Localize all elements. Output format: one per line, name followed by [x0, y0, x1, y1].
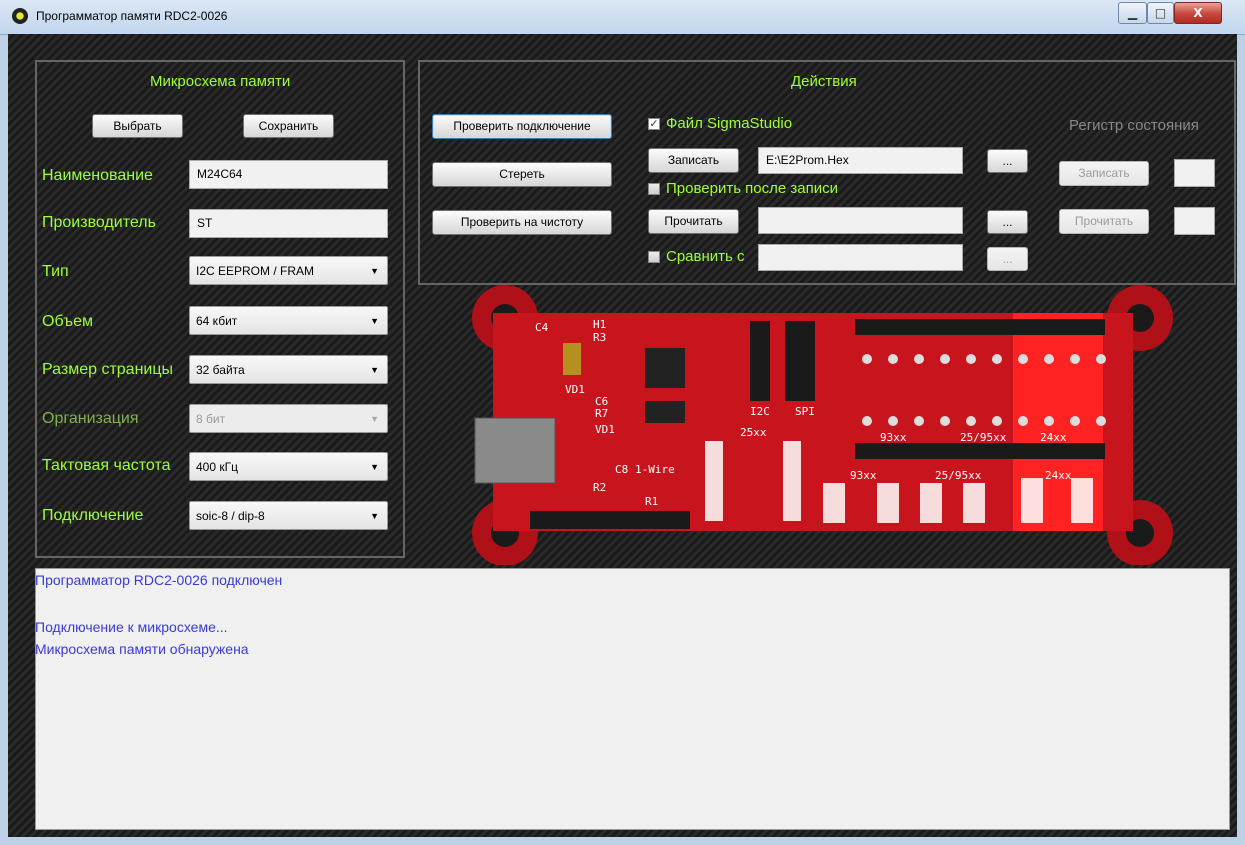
- compare-path-field[interactable]: [758, 244, 963, 271]
- minimize-button[interactable]: ▁: [1118, 2, 1147, 24]
- status-register-write-button[interactable]: Записать: [1059, 161, 1149, 186]
- save-chip-button[interactable]: Сохранить: [243, 114, 334, 138]
- i2c-header: [750, 321, 770, 401]
- name-field[interactable]: M24C64: [189, 160, 388, 189]
- chip: [645, 401, 685, 423]
- manufacturer-field[interactable]: ST: [189, 209, 388, 238]
- silk-label: 1-Wire: [635, 463, 675, 476]
- silk-label: 25xx: [740, 426, 767, 439]
- clock-select[interactable]: 400 кГц ▼: [189, 452, 388, 481]
- programmer-board-image: C4 H1 R3 VD1 C6 R7 VD1 C8 R2 R1 1-Wire I…: [472, 285, 1173, 565]
- usb-connector: [474, 417, 556, 484]
- erase-button[interactable]: Стереть: [432, 162, 612, 187]
- type-value: I2C EEPROM / FRAM: [196, 264, 315, 278]
- connection-label: Подключение: [42, 507, 144, 524]
- silk-label: VD1: [595, 423, 615, 436]
- read-browse-button[interactable]: ...: [987, 210, 1028, 234]
- manufacturer-label: Производитель: [42, 214, 156, 231]
- silk-label: C8: [615, 463, 628, 476]
- silk-label: 25/95xx: [960, 431, 1007, 444]
- silk-label: 24xx: [1045, 469, 1072, 482]
- silk-label: R7: [595, 407, 608, 420]
- chevron-down-icon: ▼: [370, 365, 379, 375]
- page-size-select[interactable]: 32 байта ▼: [189, 355, 388, 384]
- connection-select[interactable]: soic-8 / dip-8 ▼: [189, 501, 388, 530]
- actions-panel-header: Действия: [791, 73, 857, 90]
- spi-header: [785, 321, 815, 401]
- organization-label: Организация: [42, 410, 139, 427]
- status-register-read-field[interactable]: [1174, 207, 1215, 235]
- silk-label: I2C: [750, 405, 770, 418]
- clock-label: Тактовая частота: [42, 457, 171, 474]
- silk-label: 93xx: [880, 431, 907, 444]
- crystal: [563, 343, 581, 375]
- silk-label: SPI: [795, 405, 815, 418]
- read-file-button[interactable]: Прочитать: [648, 209, 739, 234]
- chip-panel-header: Микросхема памяти: [150, 73, 291, 90]
- silk-label: 25/95xx: [935, 469, 982, 482]
- silk-label: C4: [535, 321, 549, 334]
- log-line: Микросхема памяти обнаружена: [35, 641, 249, 657]
- silk-label: VD1: [565, 383, 585, 396]
- bottom-headers: [530, 511, 690, 529]
- status-register-write-field[interactable]: [1174, 159, 1215, 187]
- chevron-down-icon: ▼: [370, 462, 379, 472]
- silk-label: R1: [645, 495, 658, 508]
- organization-value: 8 бит: [196, 412, 226, 426]
- compare-checkbox[interactable]: [648, 251, 660, 263]
- silk-label: H1: [593, 318, 606, 331]
- chevron-down-icon: ▼: [370, 511, 379, 521]
- verify-after-write-checkbox[interactable]: [648, 183, 660, 195]
- silk-label: 93xx: [850, 469, 877, 482]
- compare-label: Сравнить с: [666, 248, 745, 265]
- size-label: Объем: [42, 313, 93, 330]
- status-register-read-button[interactable]: Прочитать: [1059, 209, 1149, 234]
- chevron-down-icon: ▼: [370, 316, 379, 326]
- status-register-header: Регистр состояния: [1069, 117, 1199, 134]
- write-browse-button[interactable]: ...: [987, 149, 1028, 173]
- connection-value: soic-8 / dip-8: [196, 509, 265, 523]
- sigmastudio-checkbox[interactable]: ✓: [648, 118, 660, 130]
- silk-label: R3: [593, 331, 606, 344]
- size-value: 64 кбит: [196, 314, 238, 328]
- name-label: Наименование: [42, 167, 153, 184]
- mcu-chip: [645, 348, 685, 388]
- silk-label: R2: [593, 481, 606, 494]
- log-line: Подключение к микросхеме...: [35, 619, 228, 635]
- compare-browse-button[interactable]: ...: [987, 247, 1028, 271]
- type-select[interactable]: I2C EEPROM / FRAM ▼: [189, 256, 388, 285]
- organization-select: 8 бит ▼: [189, 404, 388, 433]
- verify-after-write-label: Проверить после записи: [666, 180, 839, 197]
- write-path-field[interactable]: E:\E2Prom.Hex: [758, 147, 963, 174]
- silk-label: 24xx: [1040, 431, 1067, 444]
- log-line: Программатор RDC2-0026 подключен: [35, 572, 283, 588]
- chevron-down-icon: ▼: [370, 414, 379, 424]
- title-bar[interactable]: Программатор памяти RDC2-0026 ▁ □ X: [0, 0, 1245, 35]
- log-output[interactable]: Программатор RDC2-0026 подключен Подключ…: [35, 568, 1230, 830]
- window-title: Программатор памяти RDC2-0026: [36, 9, 228, 23]
- page-size-label: Размер страницы: [42, 361, 173, 378]
- size-select[interactable]: 64 кбит ▼: [189, 306, 388, 335]
- page-size-value: 32 байта: [196, 363, 245, 377]
- check-connection-button[interactable]: Проверить подключение: [432, 114, 612, 139]
- close-button[interactable]: X: [1174, 2, 1222, 24]
- select-chip-button[interactable]: Выбрать: [92, 114, 183, 138]
- write-file-button[interactable]: Записать: [648, 148, 739, 173]
- type-label: Тип: [42, 263, 69, 280]
- blank-check-button[interactable]: Проверить на чистоту: [432, 210, 612, 235]
- read-path-field[interactable]: [758, 207, 963, 234]
- clock-value: 400 кГц: [196, 460, 238, 474]
- sigmastudio-label: Файл SigmaStudio: [666, 115, 793, 132]
- maximize-button[interactable]: □: [1147, 2, 1174, 24]
- app-window: Программатор памяти RDC2-0026 ▁ □ X Микр…: [0, 0, 1245, 845]
- chevron-down-icon: ▼: [370, 266, 379, 276]
- app-icon: [12, 8, 28, 24]
